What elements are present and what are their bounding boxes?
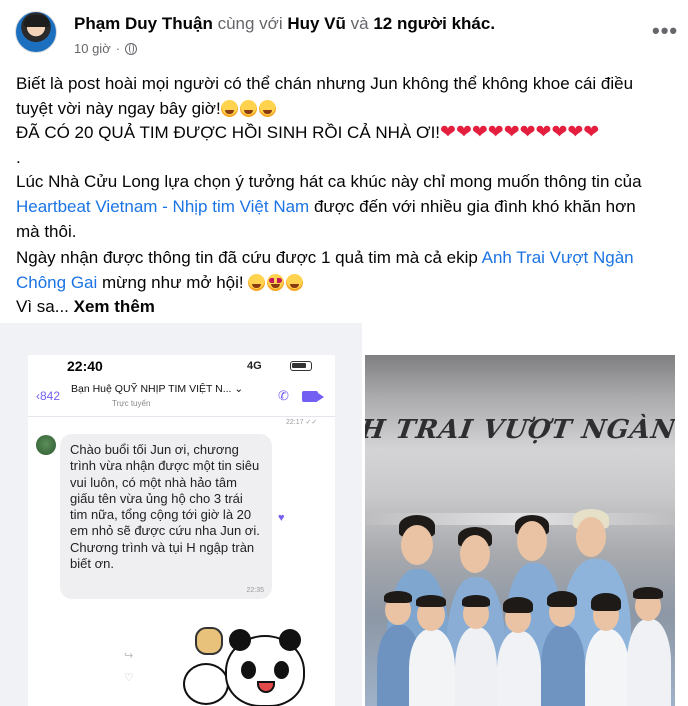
group-photo[interactable]: H TRAI VƯỢT NGÀN CHÔNG G — [365, 355, 675, 706]
stage-banner: H TRAI VƯỢT NGÀN CHÔNG G — [365, 415, 675, 445]
body-text: tuyệt vời này ngay bây giờ! — [16, 98, 221, 118]
others-link[interactable]: 12 người khác. — [373, 14, 495, 33]
person-head — [517, 521, 547, 561]
chat-status: Trực tuyến — [112, 399, 151, 408]
body-line: Ngày nhận được thông tin đã cứu được 1 q… — [16, 246, 676, 271]
heart-icons: ❤❤❤❤❤❤❤❤❤❤ — [440, 122, 600, 144]
back-count-number: 842 — [40, 389, 61, 403]
tagged-user[interactable]: Huy Vũ — [287, 14, 346, 33]
see-more-link[interactable]: Xem thêm — [74, 297, 155, 316]
child-hair — [416, 595, 446, 607]
anh-trai-link[interactable]: Anh Trai Vượt Ngàn — [482, 248, 634, 267]
globe-icon[interactable] — [125, 42, 138, 55]
body-line: . — [16, 146, 676, 171]
and-text: và — [350, 14, 369, 33]
body-line: Vì sa... Xem thêm — [16, 295, 676, 320]
body-line: Biết là post hoài mọi người có thể chán … — [16, 72, 676, 97]
small-panda-icon — [183, 663, 229, 705]
back-count: ‹842 — [36, 389, 61, 403]
panda-sticker — [163, 625, 328, 706]
child-hair — [633, 587, 663, 599]
post-header: Phạm Duy Thuận cùng với Huy Vũ và 12 ngư… — [74, 14, 495, 34]
video-call-icon — [302, 391, 324, 402]
chat-nav-bar: ‹842 Bạn Huệ QUỸ NHỊP TIM VIỆT N... ⌄ Tr… — [28, 379, 335, 417]
smiling-face-icon — [239, 99, 257, 117]
post-meta: 10 giờ · — [74, 41, 138, 56]
body-line: tuyệt vời này ngay bây giờ! — [16, 97, 676, 122]
person-head — [576, 517, 606, 557]
panda-icon — [225, 629, 305, 706]
message-action-icons: ↪ ♡ — [124, 650, 134, 684]
author-name[interactable]: Phạm Duy Thuận — [74, 14, 213, 33]
body-text: Biết là post hoài mọi người có thể chán … — [16, 74, 634, 93]
body-text: được đến với nhiều gia đình khó khăn hơn — [309, 196, 636, 216]
child-figure — [409, 629, 455, 706]
signal-label: 4G — [247, 360, 262, 372]
anh-trai-link-cont[interactable]: Chông Gai — [16, 273, 97, 292]
panda-mouth — [257, 681, 275, 693]
read-time: 22:17 ✓✓ — [286, 419, 318, 426]
body-text: Vì sa... — [16, 297, 74, 317]
body-text: ĐÃ CÓ 20 QUẢ TIM ĐƯỢC HỒI SINH RỒI CẢ NH… — [16, 123, 441, 143]
smiling-face-icon — [258, 99, 276, 117]
heart-reaction-icon: ♥ — [278, 512, 285, 524]
person-head — [401, 525, 433, 565]
message-time: 22:35 — [246, 587, 264, 594]
battery-icon — [290, 361, 312, 371]
body-text: Ngày nhận được thông tin đã cứu được 1 q… — [16, 248, 482, 268]
heartbeat-vietnam-link[interactable]: Heartbeat Vietnam - Nhịp tim Việt Nam — [16, 197, 309, 216]
post-body: Biết là post hoài mọi người có thể chán … — [16, 72, 676, 320]
child-hair — [591, 593, 621, 611]
body-line: ĐÃ CÓ 20 QUẢ TIM ĐƯỢC HỒI SINH RỒI CẢ NH… — [16, 121, 676, 146]
child-hair — [384, 591, 412, 603]
post-time[interactable]: 10 giờ — [74, 41, 111, 56]
smiling-face-icon — [248, 273, 266, 291]
chat-screenshot-photo[interactable]: 22:40 4G ‹842 Bạn Huệ QUỸ NHỊP TIM VIỆT … — [28, 355, 335, 706]
child-figure — [541, 625, 585, 706]
cat-sticker-icon — [195, 627, 223, 655]
phone-status-bar: 22:40 4G — [28, 355, 335, 377]
smiling-face-icon — [220, 99, 238, 117]
smiling-face-icon — [286, 273, 304, 291]
person-head — [460, 535, 490, 573]
body-line: Chông Gai mừng như mở hội! — [16, 271, 676, 296]
star-eyes-icon — [267, 273, 285, 291]
chevron-down-icon: ⌄ — [234, 383, 244, 395]
body-line: mà thôi. — [16, 220, 676, 245]
sender-avatar — [36, 435, 56, 455]
message-bubble: Chào buổi tối Jun ơi, chương trình vừa n… — [60, 434, 272, 599]
body-text: Lúc Nhà Cửu Long lựa chọn ý tưởng hát ca… — [16, 172, 642, 192]
body-line: Lúc Nhà Cửu Long lựa chọn ý tưởng hát ca… — [16, 170, 676, 195]
child-hair — [462, 595, 490, 607]
child-figure — [497, 631, 541, 706]
facebook-post: Phạm Duy Thuận cùng với Huy Vũ và 12 ngư… — [0, 0, 688, 706]
panda-ear — [229, 629, 251, 651]
chat-name-text: Bạn Huệ QUỸ NHỊP TIM VIỆT N... — [71, 383, 232, 395]
panda-eye — [241, 661, 256, 679]
meta-separator: · — [115, 41, 121, 56]
avatar-cap — [24, 15, 50, 27]
body-line: Heartbeat Vietnam - Nhịp tim Việt Nam đư… — [16, 195, 676, 220]
phone-call-icon: ✆ — [278, 388, 289, 403]
body-text: mừng như mở hội! — [97, 272, 249, 292]
child-hair — [547, 591, 577, 607]
body-text: . — [16, 147, 21, 167]
child-figure — [455, 627, 497, 706]
child-hair — [503, 597, 533, 613]
with-text: cùng với — [217, 14, 283, 33]
phone-time: 22:40 — [67, 358, 103, 374]
more-options-icon[interactable]: ••• — [652, 20, 678, 42]
message-text: Chào buổi tối Jun ơi, chương trình vừa n… — [70, 442, 260, 572]
child-figure — [627, 619, 671, 706]
body-text: mà thôi. — [16, 221, 77, 241]
panda-eye — [274, 661, 289, 679]
author-avatar[interactable] — [15, 11, 57, 53]
child-figure — [585, 629, 629, 706]
chat-name: Bạn Huệ QUỸ NHỊP TIM VIỆT N... ⌄ — [71, 383, 243, 395]
panda-ear — [279, 629, 301, 651]
